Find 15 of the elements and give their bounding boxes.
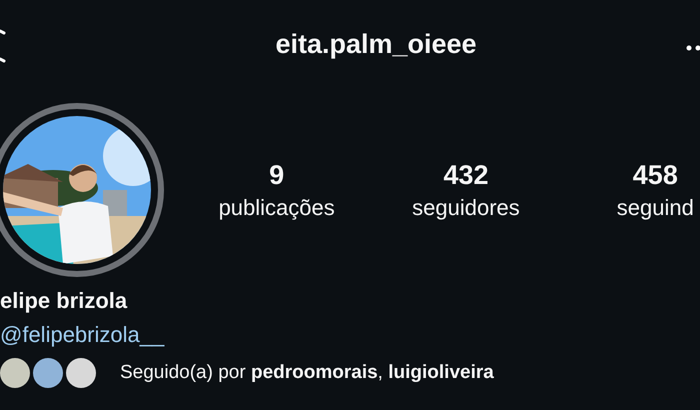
- stat-label[interactable]: seguind: [616, 194, 694, 220]
- stat-count[interactable]: 458: [632, 160, 678, 190]
- profile-name: elipe brizola: [0, 288, 128, 314]
- stat-label[interactable]: publicações: [218, 194, 335, 220]
- follower-avatar[interactable]: [0, 358, 30, 388]
- more-icon[interactable]: [686, 45, 700, 51]
- avatar-ring[interactable]: [0, 103, 164, 277]
- followed-by-text[interactable]: Seguido(a) por pedroomorais, luigioliveira: [120, 362, 494, 384]
- stat-label[interactable]: seguidores: [412, 194, 520, 220]
- profile-handle[interactable]: @felipebrizola__: [0, 322, 164, 348]
- stat-count[interactable]: 432: [443, 160, 489, 190]
- stat-count[interactable]: 9: [269, 160, 284, 190]
- follower-avatar[interactable]: [66, 358, 96, 388]
- follower-avatar[interactable]: [33, 358, 63, 388]
- profile-username: eita.palm_oieee: [275, 28, 477, 60]
